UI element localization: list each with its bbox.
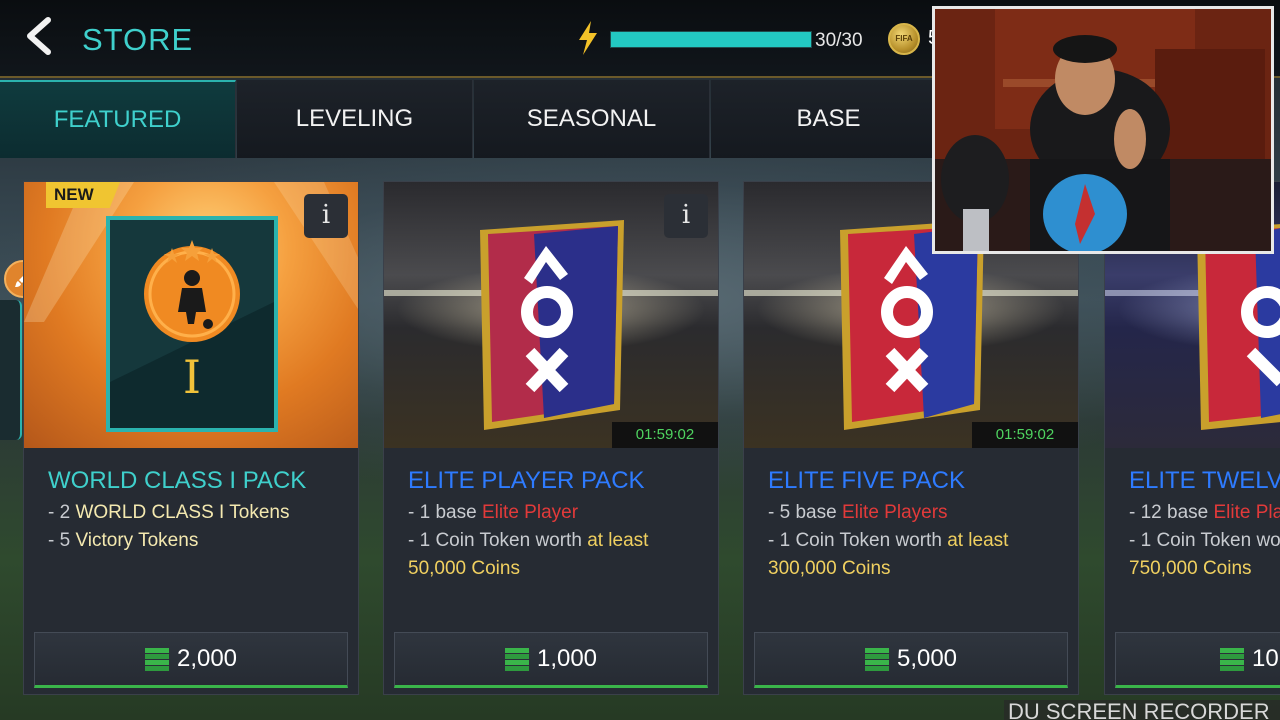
pack-name: ELITE TWELVE (1129, 467, 1280, 494)
pack-contents-line: - 2 WORLD CLASS I Tokens (48, 499, 350, 527)
pack-name: WORLD CLASS I PACK (48, 467, 307, 494)
pack-details: ELITE FIVE PACK - 5 base Elite Players -… (768, 467, 1070, 583)
pack-contents-line: 300,000 Coins (768, 555, 1070, 583)
line-prefix: - 12 base (1129, 502, 1214, 523)
countdown-timer: 01:59:02 (972, 422, 1078, 448)
energy-count: 30/30 (815, 30, 863, 51)
new-badge: NEW (46, 182, 120, 208)
line-prefix: - 5 (48, 530, 76, 551)
price-label: 2,000 (176, 645, 238, 672)
line-highlight: Elite Player (481, 502, 579, 523)
line-highlight: 750,000 Coins (1129, 558, 1252, 579)
pack-image: I NEW i (24, 182, 358, 448)
pack-card-elite-player[interactable]: i 01:59:02 ELITE PLAYER PACK - 1 base El… (383, 181, 719, 695)
page-title: STORE (82, 22, 194, 57)
line-highlight: WORLD CLASS I Tokens (75, 502, 290, 523)
cash-stack-icon (144, 648, 169, 671)
pack-contents-line: - 1 Coin Token worth at least (768, 527, 1070, 555)
line-highlight: 50,000 Coins (408, 558, 520, 579)
pack-card-clip: ELITE TWELVE - 12 base Elite Pla - 1 Coi… (1104, 181, 1280, 695)
pack-details: ELITE PLAYER PACK - 1 base Elite Player … (408, 467, 710, 583)
pack-contents-line: 750,000 Coins (1129, 555, 1280, 583)
cash-stack-icon (1220, 648, 1244, 671)
info-icon[interactable]: i (664, 194, 708, 238)
line-prefix: - 1 Coin Token worth (408, 530, 588, 551)
pack-contents-line: 50,000 Coins (408, 555, 710, 583)
pack-tier-numeral: I (182, 350, 202, 404)
buy-button[interactable]: 1,000 (394, 632, 708, 688)
webcam-overlay (932, 6, 1274, 254)
back-chevron-icon[interactable] (22, 16, 58, 56)
tab-seasonal[interactable]: SEASONAL (474, 80, 710, 158)
energy-bar (610, 31, 812, 48)
line-prefix: - 1 base (408, 502, 482, 523)
pack-contents-line: - 1 base Elite Player (408, 499, 710, 527)
tab-leveling[interactable]: LEVELING (237, 80, 473, 158)
price-label: 5,000 (896, 645, 958, 672)
cash-stack-icon (504, 648, 529, 671)
line-highlight: Elite Players (841, 502, 948, 523)
pack-contents-line: - 5 Victory Tokens (48, 527, 350, 555)
fifa-coin-icon: FIFA (888, 23, 920, 55)
line-highlight: at least (947, 530, 1009, 551)
pack-card-elite-five[interactable]: 01:59:02 ELITE FIVE PACK - 5 base Elite … (743, 181, 1079, 695)
pack-name: ELITE FIVE PACK (768, 467, 965, 494)
line-prefix: - 2 (48, 502, 76, 523)
pack-card-world-class[interactable]: I NEW i WORLD CLASS I PACK - 2 WORLD CLA… (23, 181, 359, 695)
energy-bar-fill (611, 32, 811, 47)
recorder-watermark: DU SCREEN RECORDER (1004, 700, 1280, 720)
pack-details: WORLD CLASS I PACK - 2 WORLD CLASS I Tok… (48, 467, 350, 555)
price-label: 1,000 (536, 645, 598, 672)
cash-stack-icon (864, 648, 889, 671)
store-tabs: FEATURED LEVELING SEASONAL BASE (0, 80, 950, 158)
pack-contents-line: - 1 Coin Token wo (1129, 530, 1280, 551)
side-drawer-handle[interactable] (0, 300, 22, 440)
pack-contents-line: - 5 base Elite Players (768, 499, 1070, 527)
info-icon[interactable]: i (304, 194, 348, 238)
tab-base[interactable]: BASE (711, 80, 947, 158)
line-prefix: - 1 Coin Token worth (768, 530, 948, 551)
pack-image: i 01:59:02 (384, 182, 718, 448)
pack-name: ELITE PLAYER PACK (408, 467, 645, 494)
line-highlight: 300,000 Coins (768, 558, 891, 579)
buy-button[interactable]: 2,000 (34, 632, 348, 688)
line-highlight: Victory Tokens (75, 530, 199, 551)
line-highlight: at least (587, 530, 649, 551)
price-label: 10 (1252, 645, 1279, 672)
line-highlight: Elite Pla (1213, 502, 1280, 523)
countdown-timer: 01:59:02 (612, 422, 718, 448)
tab-featured[interactable]: FEATURED (0, 80, 236, 158)
webcam-feed-image (935, 9, 1271, 251)
buy-button[interactable]: 5,000 (754, 632, 1068, 688)
pack-card-elite-twelve[interactable]: ELITE TWELVE - 12 base Elite Pla - 1 Coi… (1104, 181, 1280, 695)
buy-button[interactable]: 10 (1115, 632, 1280, 688)
pack-contents-line: - 12 base Elite Pla (1129, 499, 1280, 527)
lightning-bolt-icon (579, 21, 597, 55)
pack-contents-line: - 1 Coin Token worth at least (408, 527, 710, 555)
line-prefix: - 5 base (768, 502, 842, 523)
pack-details: ELITE TWELVE - 12 base Elite Pla - 1 Coi… (1129, 467, 1280, 583)
